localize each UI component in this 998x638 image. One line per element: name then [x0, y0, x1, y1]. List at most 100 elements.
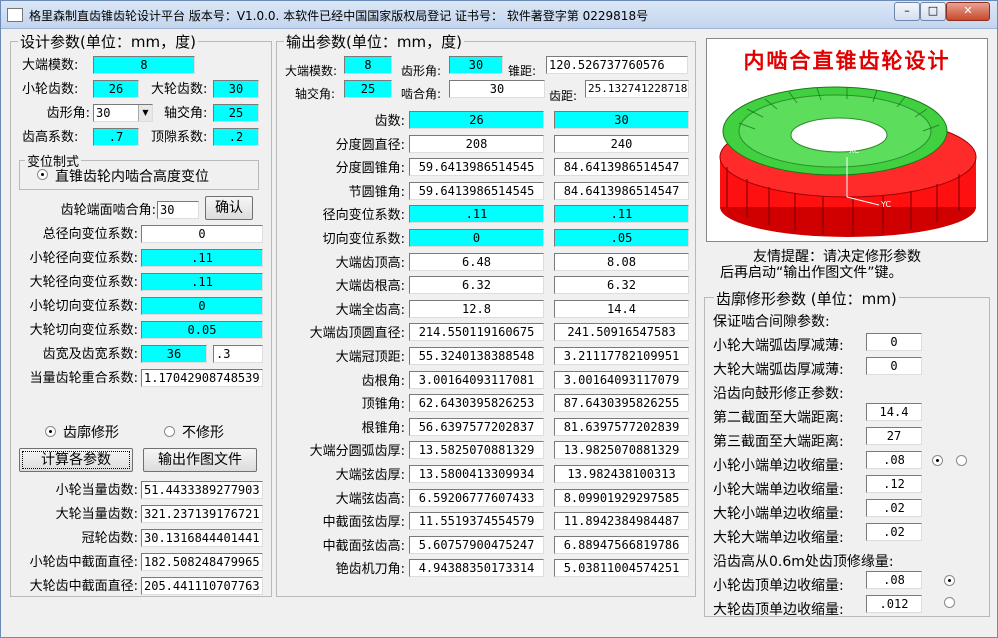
p6-label: 小轮大端单边收缩量:	[713, 482, 844, 498]
p9-input[interactable]: .08	[866, 571, 922, 589]
dm2-label: 大轮齿中截面直径:	[29, 579, 138, 594]
x2-input[interactable]: .11	[141, 273, 263, 291]
x-total-label: 总径向变位系数:	[42, 227, 138, 242]
output-row-label: 径向变位系数:	[322, 208, 405, 224]
pinion-value: 3.00164093117081	[409, 370, 544, 389]
ha-input[interactable]: .7	[93, 128, 139, 146]
title-bar: 格里森制直齿锥齿轮设计平台 版本号：V1.0.0. 本软件已经中国国家版权局登记…	[1, 1, 997, 29]
crowning-option-1-radio[interactable]	[932, 455, 943, 466]
sigma-input[interactable]: 25	[213, 104, 259, 122]
out-module-value: 8	[344, 56, 392, 74]
pinion-value: 59.6413986514545	[409, 181, 544, 200]
gear-image: XC YC	[719, 86, 977, 237]
gear-value: .11	[554, 205, 689, 224]
x-total-input[interactable]: 0	[141, 225, 263, 243]
xt1-input[interactable]: 0	[141, 297, 263, 315]
tip-relief-section-label: 沿齿高从0.6m处齿顶修缘量:	[713, 554, 894, 570]
zc-label: 冠轮齿数:	[81, 531, 138, 546]
ha-label: 齿高系数:	[22, 130, 79, 145]
pinion-value: 13.5825070881329	[409, 441, 544, 460]
confirm-button[interactable]: 确认	[205, 196, 253, 220]
no-mod-radio[interactable]	[164, 426, 175, 437]
pinion-value: 6.59206777607433	[409, 488, 544, 507]
p4-label: 第三截面至大端距离:	[713, 434, 844, 450]
output-row-label: 切向变位系数:	[322, 232, 405, 247]
output-row-label: 中截面弦齿高:	[322, 538, 405, 554]
gear-preview-panel: 内啮合直锥齿轮设计 XC YC	[706, 38, 988, 242]
width-coef-input[interactable]: .3	[213, 345, 263, 363]
p7-label: 大轮小端单边收缩量:	[713, 506, 844, 522]
pinion-value: 5.60757900475247	[409, 535, 544, 554]
p10-input[interactable]: .012	[866, 595, 922, 613]
p1-input[interactable]: 0	[866, 333, 922, 351]
out-mesh-value: 30	[449, 80, 545, 98]
p3-label: 第二截面至大端距离:	[713, 410, 844, 426]
output-row-label: 大端全齿高:	[335, 302, 405, 318]
output-row-label: 大端齿顶高:	[335, 255, 405, 271]
x2-label: 大轮径向变位系数:	[29, 275, 138, 290]
output-row-label: 顶锥角:	[361, 397, 405, 413]
p2-input[interactable]: 0	[866, 357, 922, 375]
z2-input[interactable]: 30	[213, 80, 259, 98]
tip-relief-gear-radio[interactable]	[944, 597, 955, 608]
gear-value: 8.08	[554, 252, 689, 271]
minimize-button[interactable]: –	[894, 2, 920, 21]
module-input[interactable]: 8	[93, 56, 195, 74]
clearance-section-label: 保证啮合间隙参数:	[713, 314, 830, 330]
pinion-value: .11	[409, 205, 544, 224]
output-row-label: 分度圆直径:	[335, 137, 405, 153]
calculate-button[interactable]: 计算各参数	[19, 448, 133, 472]
p7-input[interactable]: .02	[866, 499, 922, 517]
p5-input[interactable]: .08	[866, 451, 922, 469]
xt1-label: 小轮切向变位系数:	[29, 299, 138, 314]
z1-label: 小轮齿数:	[22, 82, 79, 97]
pinion-value: 56.6397577202837	[409, 417, 544, 436]
dm1-label: 小轮齿中截面直径:	[29, 555, 138, 570]
output-row-label: 铯齿机刀角:	[335, 562, 405, 578]
close-button[interactable]: ✕	[946, 2, 990, 21]
pinion-value: 6.32	[409, 276, 544, 295]
c-label: 顶隙系数:	[151, 130, 208, 145]
z1-input[interactable]: 26	[93, 80, 139, 98]
mod-option-radio[interactable]	[37, 169, 48, 180]
p4-input[interactable]: 27	[866, 427, 922, 445]
output-row-label: 大端冠顶距:	[335, 350, 405, 365]
pitch-label: 齿距:	[549, 89, 578, 103]
profile-mod-radio[interactable]	[45, 426, 56, 437]
out-module-label: 大端模数:	[285, 64, 338, 78]
mesh-angle-input[interactable]: 30	[157, 201, 199, 219]
gear-value: 8.09901929297585	[554, 488, 689, 507]
width-input[interactable]: 36	[141, 345, 207, 363]
p3-input[interactable]: 14.4	[866, 403, 922, 421]
gear-value: 241.50916547583	[554, 323, 689, 342]
svg-text:XC: XC	[849, 146, 860, 155]
output-row-label: 分度圆锥角:	[335, 161, 405, 177]
out-alpha-label: 齿形角:	[401, 64, 442, 78]
alpha-label: 齿形角:	[46, 106, 90, 121]
p8-input[interactable]: .02	[866, 523, 922, 541]
out-mesh-label: 啮合角:	[401, 87, 442, 101]
no-mod-label: 不修形	[182, 425, 224, 441]
output-row-label: 根锥角:	[361, 420, 405, 436]
p6-input[interactable]: .12	[866, 475, 922, 493]
output-row-label: 大端齿根高:	[335, 279, 405, 295]
maximize-button[interactable]: □	[920, 2, 946, 21]
chevron-down-icon[interactable]: ▼	[138, 105, 152, 121]
export-drawing-button[interactable]: 输出作图文件	[143, 448, 257, 472]
pinion-value: 59.6413986514545	[409, 158, 544, 177]
design-params-title: 设计参数(单位：mm，度)	[18, 31, 198, 52]
pinion-value: 208	[409, 134, 544, 153]
width-label: 齿宽及齿宽系数:	[42, 347, 138, 362]
c-input[interactable]: .2	[213, 128, 259, 146]
x1-input[interactable]: .11	[141, 249, 263, 267]
tip-relief-pinion-radio[interactable]	[944, 575, 955, 586]
mod-option-label: 直锥齿轮内啮合高度变位	[55, 169, 209, 185]
gear-value: 6.88947566819786	[554, 535, 689, 554]
p2-label: 大轮大端弧齿厚减薄:	[713, 362, 844, 378]
xt2-input[interactable]: 0.05	[141, 321, 263, 339]
out-sigma-label: 轴交角:	[295, 87, 336, 101]
gear-value: 87.6430395826255	[554, 394, 689, 413]
xt2-label: 大轮切向变位系数:	[29, 323, 138, 338]
crowning-option-2-radio[interactable]	[956, 455, 967, 466]
profile-mod-title: 齿廓修形参数 (单位：mm)	[714, 288, 899, 309]
